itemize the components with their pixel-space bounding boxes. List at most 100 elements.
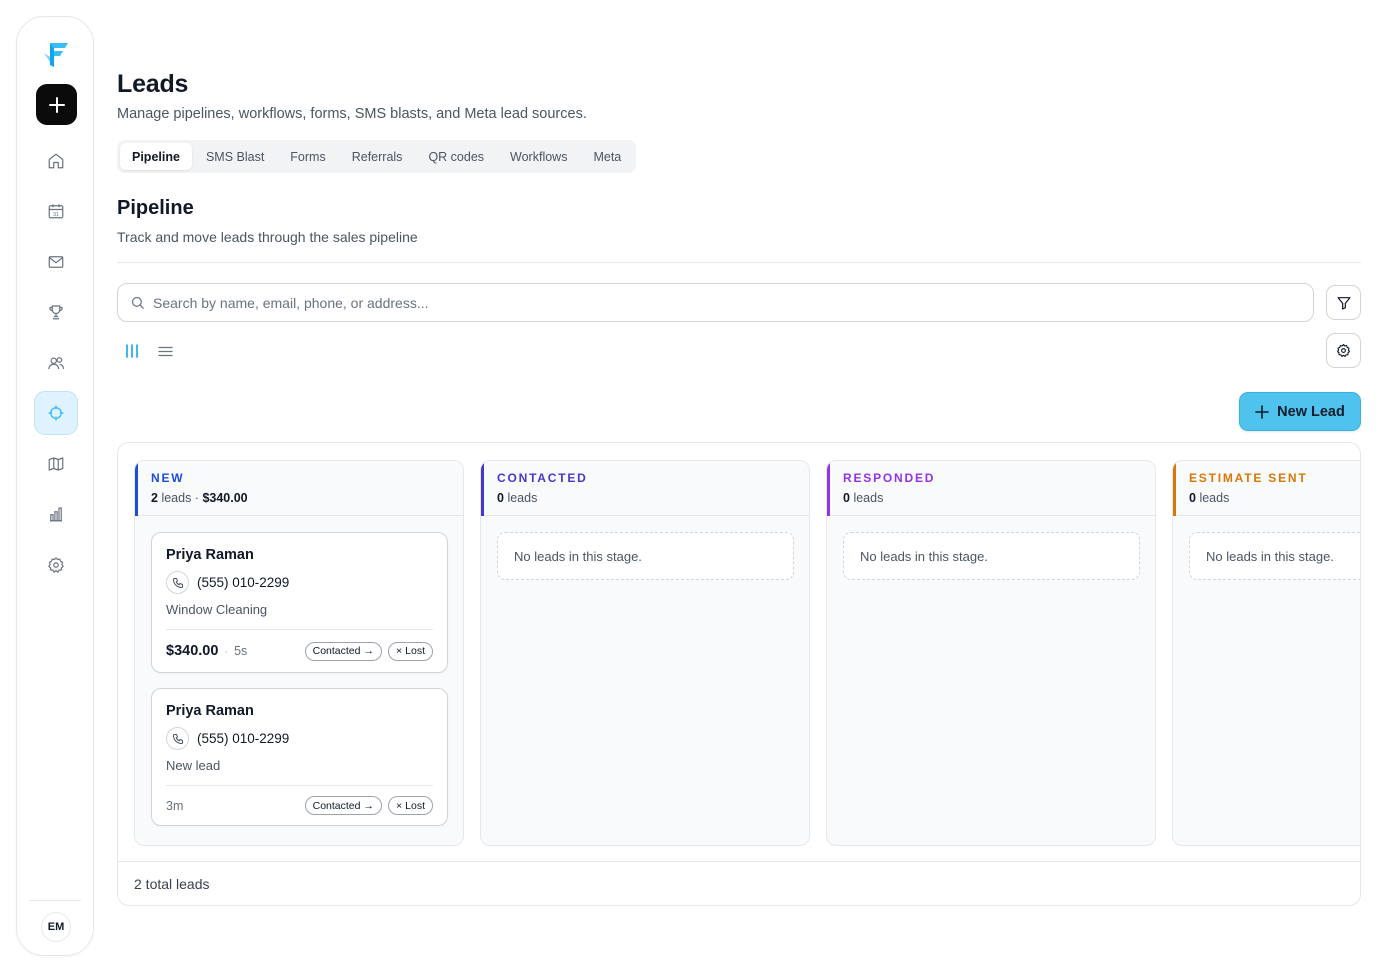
nav-trophy[interactable] (34, 290, 78, 334)
empty-stage-message: No leads in this stage. (497, 532, 794, 580)
column-meta: 0 leads (1189, 491, 1360, 505)
board-view-toggle[interactable] (121, 340, 143, 362)
sidebar: 31 EM (16, 16, 94, 956)
new-lead-button[interactable]: New Lead (1239, 392, 1361, 431)
column-count-label: leads (853, 491, 884, 505)
svg-text:31: 31 (53, 212, 59, 218)
column-total: $340.00 (202, 491, 248, 505)
mark-lost-button[interactable]: × Lost (388, 641, 433, 661)
column-meta: 0 leads (497, 491, 809, 505)
lead-name: Priya Raman (166, 703, 254, 719)
tab-workflows[interactable]: Workflows (498, 143, 579, 170)
column-header: ESTIMATE SENT 0 leads (1173, 461, 1360, 516)
mark-lost-button[interactable]: × Lost (388, 796, 433, 815)
column-count-label: leads (161, 491, 192, 505)
column-accent-bar (1173, 461, 1176, 516)
column-count: 2 (151, 491, 158, 505)
tab-pipeline[interactable]: Pipeline (120, 143, 192, 170)
tab-referrals[interactable]: Referrals (340, 143, 415, 170)
column-count: 0 (497, 491, 504, 505)
columns-icon (126, 344, 138, 358)
lead-age: 5s (234, 644, 248, 658)
section-divider (117, 262, 1361, 263)
column-count-label: leads (1199, 491, 1230, 505)
pipeline-board: NEW 2 leads · $340.00 Priya Raman (555) … (117, 442, 1361, 906)
column-new: NEW 2 leads · $340.00 Priya Raman (555) … (134, 460, 464, 846)
mail-icon (48, 256, 64, 268)
lead-phone-row: (555) 010-2299 (166, 571, 433, 594)
nav-calendar[interactable]: 31 (34, 189, 78, 233)
empty-stage-message: No leads in this stage. (843, 532, 1140, 580)
column-header: NEW 2 leads · $340.00 (135, 461, 463, 516)
column-name: RESPONDED (843, 471, 936, 485)
list-view-toggle[interactable] (154, 340, 176, 362)
new-lead-label: New Lead (1277, 403, 1345, 420)
user-avatar[interactable]: EM (41, 912, 71, 942)
lead-card[interactable]: Priya Raman (555) 010-2299 Window Cleani… (151, 532, 448, 673)
x-icon: × (396, 799, 403, 812)
lead-service: Window Cleaning (166, 602, 268, 617)
plus-icon (1255, 404, 1269, 419)
card-footer: 3m Contacted → × Lost (166, 786, 433, 825)
column-accent-bar (827, 461, 830, 516)
create-button[interactable] (36, 84, 77, 125)
page-title: Leads (117, 70, 189, 98)
nav-home[interactable] (34, 139, 78, 183)
tab-forms[interactable]: Forms (278, 143, 337, 170)
column-meta: 0 leads (843, 491, 1155, 505)
card-footer: $340.00 · 5s Contacted → × Lost (166, 630, 433, 672)
column-responded: RESPONDED 0 leads No leads in this stage… (826, 460, 1156, 846)
app-logo[interactable] (41, 39, 71, 69)
column-header: RESPONDED 0 leads (827, 461, 1155, 516)
lead-card[interactable]: Priya Raman (555) 010-2299 New lead 3m C… (151, 688, 448, 826)
plus-icon (48, 96, 65, 113)
section-title: Pipeline (117, 197, 194, 219)
lead-phone-row: (555) 010-2299 (166, 727, 433, 750)
tab-sms-blast[interactable]: SMS Blast (194, 143, 276, 170)
column-accent-bar (481, 461, 484, 516)
list-icon (157, 346, 173, 356)
search-bar (117, 283, 1314, 322)
column-meta: 2 leads · $340.00 (151, 491, 248, 505)
filter-icon (1336, 296, 1351, 310)
column-count-label: leads (507, 491, 538, 505)
column-name: CONTACTED (497, 471, 588, 485)
page-subtitle: Manage pipelines, workflows, forms, SMS … (117, 106, 587, 122)
nav-settings[interactable] (34, 543, 78, 587)
nav-contacts[interactable] (34, 341, 78, 385)
settings-icon (48, 557, 64, 573)
nav-map[interactable] (34, 442, 78, 486)
nav-mail[interactable] (34, 240, 78, 284)
lead-price: $340.00 (166, 643, 219, 659)
arrow-right-icon: → (363, 645, 375, 657)
column-count: 0 (843, 491, 850, 505)
search-input[interactable] (153, 294, 1253, 311)
sidebar-divider (29, 900, 81, 901)
phone-icon[interactable] (166, 571, 189, 594)
column-header: CONTACTED 0 leads (481, 461, 809, 516)
empty-stage-message: No leads in this stage. (1189, 532, 1360, 580)
move-to-contacted-button[interactable]: Contacted → (304, 796, 382, 815)
gear-icon (1337, 344, 1350, 357)
tab-qr-codes[interactable]: QR codes (416, 143, 496, 170)
column-name: ESTIMATE SENT (1189, 471, 1308, 485)
x-icon: × (396, 645, 403, 657)
lead-phone: (555) 010-2299 (197, 575, 290, 590)
column-count: 0 (1189, 491, 1196, 505)
column-accent-bar (135, 461, 138, 516)
tab-meta[interactable]: Meta (581, 143, 633, 170)
nav-reports[interactable] (34, 492, 78, 536)
calendar-icon: 31 (48, 204, 64, 219)
phone-icon[interactable] (166, 727, 189, 750)
map-icon (48, 457, 64, 471)
filter-button[interactable] (1326, 285, 1361, 320)
move-to-contacted-button[interactable]: Contacted → (304, 641, 382, 661)
column-estimate-sent: ESTIMATE SENT 0 leads No leads in this s… (1172, 460, 1360, 846)
column-name: NEW (151, 471, 185, 485)
arrow-right-icon: → (363, 799, 375, 812)
lead-name: Priya Raman (166, 547, 254, 563)
pipeline-settings-button[interactable] (1326, 333, 1361, 368)
lead-phone: (555) 010-2299 (197, 731, 290, 746)
nav-leads[interactable] (34, 391, 78, 435)
lead-age: 3m (166, 798, 184, 813)
